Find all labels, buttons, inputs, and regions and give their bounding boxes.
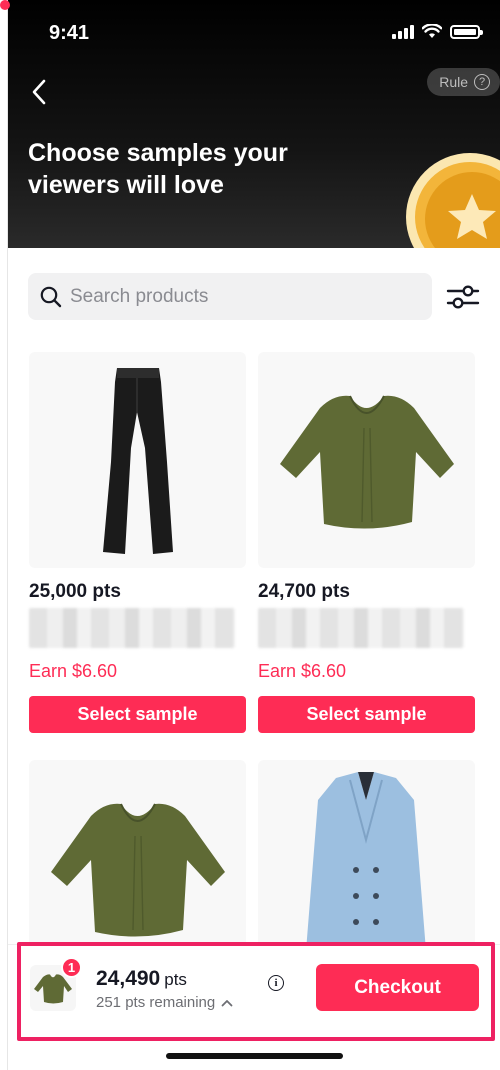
product-card[interactable]: 25,000 pts Earn $6.60 Select sample (29, 352, 246, 733)
status-icons (392, 24, 483, 39)
question-circle-icon: ? (474, 74, 490, 90)
checkout-button[interactable]: Checkout (316, 964, 479, 1011)
product-card[interactable]: 24,700 pts Earn $6.60 Select sample (258, 352, 475, 733)
left-guide-line (7, 0, 8, 1070)
wifi-icon (422, 24, 442, 38)
cart-count-badge: 1 (61, 957, 82, 978)
star-coin-icon (406, 153, 500, 248)
cellular-signal-icon (392, 24, 414, 39)
total-points-unit: pts (164, 970, 187, 989)
product-image[interactable] (29, 352, 246, 568)
corner-marker (0, 0, 10, 10)
search-input[interactable] (70, 285, 410, 308)
search-icon (40, 286, 62, 307)
product-points: 25,000 pts (29, 581, 121, 602)
points-remaining-text: 251 pts remaining (96, 994, 216, 1011)
battery-icon (450, 24, 483, 39)
rule-button[interactable]: Rule ? (427, 68, 500, 96)
blurred-product-name (258, 608, 464, 648)
product-image[interactable] (258, 352, 475, 568)
total-points-value: 24,490 (96, 967, 161, 990)
blurred-product-name (29, 608, 235, 648)
earn-amount: Earn $6.60 (29, 661, 118, 681)
olive-ruched-top-image (280, 395, 454, 529)
chevron-up-icon (221, 999, 233, 1006)
header-banner: 9:41 Rule ? Choose samples your viewers … (7, 0, 500, 248)
home-indicator (166, 1053, 343, 1059)
page-title: Choose samples your viewers will love (28, 139, 288, 199)
product-points: 24,700 pts (258, 581, 350, 602)
filter-sliders-icon[interactable] (446, 282, 480, 312)
search-bar[interactable] (28, 273, 432, 320)
earn-amount: Earn $6.60 (258, 661, 347, 681)
info-icon[interactable]: i (268, 975, 284, 991)
black-trousers-image (103, 368, 173, 554)
points-remaining[interactable]: 251 pts remaining (96, 994, 233, 1011)
rule-label: Rule (439, 74, 468, 90)
total-points: 24,490 pts (96, 967, 187, 991)
back-chevron-icon[interactable] (27, 78, 55, 106)
select-sample-button[interactable]: Select sample (29, 696, 246, 733)
status-time: 9:41 (49, 22, 90, 44)
select-sample-button[interactable]: Select sample (258, 696, 475, 733)
status-bar: 9:41 (7, 0, 500, 60)
